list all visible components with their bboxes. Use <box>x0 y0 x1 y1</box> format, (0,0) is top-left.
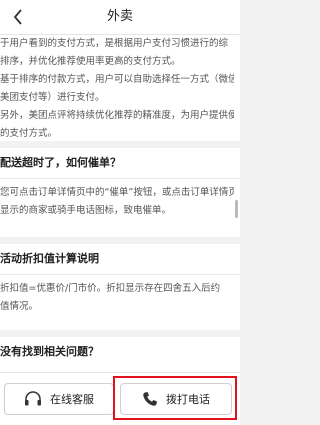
top-bar: 外卖 <box>0 0 240 35</box>
call-button-highlight <box>113 376 237 420</box>
answer-text: 您可点击订单详情页中的“催单”按钮，或点击订单详情页 显示的商家或骑手电话图标，… <box>0 184 234 220</box>
faq-item-delivery-timeout: 配送超时了，如何催单？ 您可点击订单详情页中的“催单”按钮，或点击订单详情页 显… <box>0 148 240 237</box>
faq-not-found: 没有找到相关问题？ <box>0 337 240 372</box>
answer-line: 排序，并优化推荐使用率更高的支付方式。 <box>0 56 181 67</box>
answer-line: 折扣值=优惠价/门市价。折扣显示存在四舍五入后约 <box>0 283 221 294</box>
divider <box>0 274 240 275</box>
answer-line: 美团支付等）进行支付。 <box>0 92 105 103</box>
answer-line: 于用户看到的支付方式，是根据用户支付习惯进行的综 <box>0 38 229 49</box>
divider <box>0 178 240 179</box>
answer-line: 您可点击订单详情页中的“催单”按钮，或点击订单详情页 <box>0 187 234 198</box>
online-service-label: 在线客服 <box>50 393 94 406</box>
faq-answer-payment: 于用户看到的支付方式，是根据用户支付习惯进行的综 排序，并优化推荐使用率更高的支… <box>0 35 240 141</box>
not-found-title: 没有找到相关问题？ <box>0 345 99 358</box>
answer-text: 折扣值=优惠价/门市价。折扣显示存在四舍五入后约 值情况。 <box>0 280 234 316</box>
answer-line: 值情况。 <box>0 301 39 312</box>
answer-text: 于用户看到的支付方式，是根据用户支付习惯进行的综 排序，并优化推荐使用率更高的支… <box>0 35 234 141</box>
answer-line: 显示的商家或骑手电话图标，致电催单。 <box>0 205 172 216</box>
faq-item-discount: 活动折扣值计算说明 折扣值=优惠价/门市价。折扣显示存在四舍五入后约 值情况。 <box>0 244 240 330</box>
faq-question[interactable]: 配送超时了，如何催单？ <box>0 148 240 178</box>
faq-question[interactable]: 活动折扣值计算说明 <box>0 244 240 274</box>
scrollbar[interactable] <box>235 200 238 218</box>
online-service-button[interactable]: 在线客服 <box>4 383 114 415</box>
headset-icon <box>25 391 41 406</box>
answer-line: 另外，美团点评将持续优化推荐的精准度，为用户提供便 <box>0 110 234 121</box>
answer-line: 基于排序的付款方式，用户可以自助选择任一方式（微信、 <box>0 74 234 85</box>
answer-line: 的支付方式。 <box>0 128 58 139</box>
page-title: 外卖 <box>106 9 133 24</box>
